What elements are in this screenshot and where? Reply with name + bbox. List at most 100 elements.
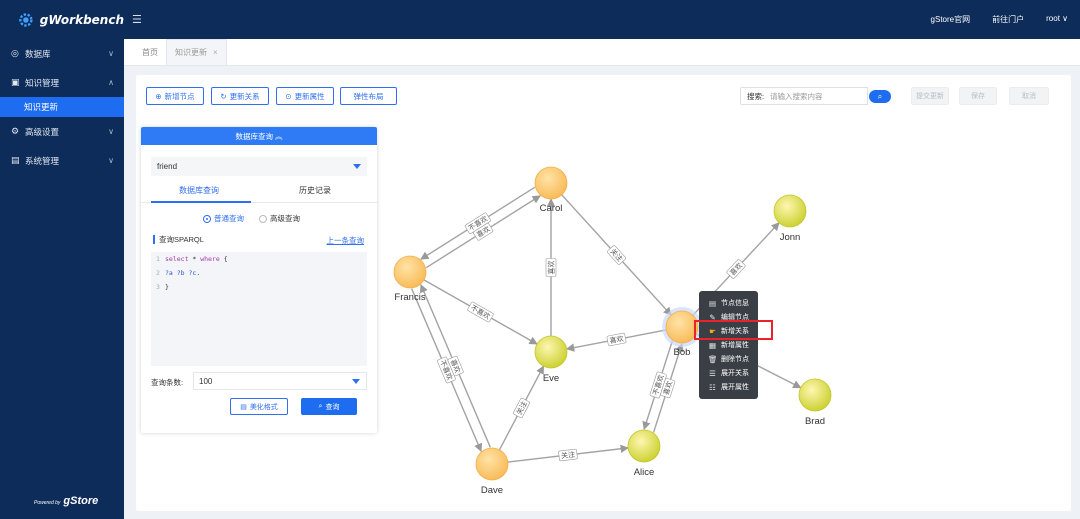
edge-label: 喜欢 <box>606 332 627 347</box>
limit-select[interactable]: 100 <box>193 372 367 390</box>
button-label: 更新属性 <box>294 91 325 101</box>
sidebar-subitem-knowledge-update[interactable]: 知识更新 <box>0 97 124 117</box>
format-button[interactable]: ▤ 美化格式 <box>230 398 288 415</box>
caret-down-icon <box>352 379 360 384</box>
context-menu-item[interactable]: ☰ 展开关系 <box>699 366 758 380</box>
update-property-button[interactable]: ⊙ 更新属性 <box>276 87 334 105</box>
tab-home[interactable]: 首页 <box>134 39 166 65</box>
graph-node-alice[interactable] <box>627 429 661 463</box>
sidebar: gWorkbench ◎ 数据库 ∨ ▣ 知识管理 ∧ 知识更新 ⚙ 高级设置 … <box>0 0 124 519</box>
highlight-box <box>694 320 773 340</box>
code-token: { <box>219 255 228 263</box>
radio-label: 高级查询 <box>270 214 300 223</box>
refresh-icon: ↻ <box>220 91 227 101</box>
graph-node-label: Jonn <box>780 232 801 243</box>
powered-by-logo: Powered by gStore <box>34 495 98 507</box>
context-menu-label: 新增属性 <box>721 342 749 349</box>
radio-label: 普通查询 <box>214 214 244 223</box>
line-number: 3 <box>156 283 160 291</box>
gstore-brand: gStore <box>63 495 99 507</box>
radio-dot <box>203 214 211 223</box>
tab-database-query[interactable]: 数据库查询 <box>179 185 219 196</box>
context-menu-item[interactable]: 🗑 删除节点 <box>699 352 758 366</box>
code-line: 1 select * where { <box>151 252 367 266</box>
expand-property-icon: ☷ <box>709 382 716 392</box>
database-select[interactable]: friend <box>151 157 367 176</box>
sidebar-item-advanced-settings[interactable]: ⚙ 高级设置 ∨ <box>0 117 124 146</box>
graph-node-dave[interactable] <box>475 447 509 481</box>
caret-down-icon <box>353 164 361 169</box>
close-icon[interactable]: × <box>213 48 218 57</box>
sparql-label: 查询SPARQL <box>153 235 204 244</box>
button-label: 查询 <box>325 403 340 411</box>
tab-active-underline <box>151 201 251 203</box>
settings-icon: ⚙ <box>11 126 20 136</box>
graph-node-francis[interactable] <box>393 255 427 289</box>
query-button[interactable]: ⌕ 查询 <box>301 398 357 415</box>
query-panel: 数据库查询 ︽ friend 数据库查询 历史记录 普通查询 高级查询 查询SP… <box>141 127 377 433</box>
format-icon: ▤ <box>240 403 247 411</box>
graph-node-carol[interactable] <box>534 166 568 200</box>
context-menu-label: 删除节点 <box>721 356 749 363</box>
portal-link[interactable]: 前往门户 <box>992 14 1024 25</box>
context-menu-item[interactable]: ☷ 展开属性 <box>699 380 758 394</box>
powered-by-text: Powered by <box>34 500 61 506</box>
limit-value: 100 <box>199 376 213 386</box>
search-button[interactable]: ⌕ <box>869 90 891 103</box>
button-label: 新增节点 <box>164 91 195 101</box>
line-number: 1 <box>156 255 160 263</box>
user-menu[interactable]: root ∨ <box>1046 14 1068 25</box>
sidebar-item-label: 系统管理 <box>25 155 60 166</box>
commit-update-button[interactable]: 提交更新 <box>911 87 949 105</box>
search-icon: ⌕ <box>877 91 883 101</box>
radio-dot <box>259 214 267 223</box>
context-menu-item[interactable]: ▦ 新增属性 <box>699 338 758 352</box>
graph-node-label: Brad <box>805 416 825 427</box>
app-logo[interactable]: gWorkbench <box>0 0 124 39</box>
cancel-button[interactable]: 取消 <box>1009 87 1049 105</box>
edge-label-text: 喜欢 <box>547 261 556 275</box>
line-number: 2 <box>156 269 160 277</box>
code-token: . <box>196 269 201 277</box>
add-node-button[interactable]: ⊕ 新增节点 <box>146 87 204 105</box>
save-button[interactable]: 保存 <box>959 87 997 105</box>
previous-query-link[interactable]: 上一条查询 <box>327 235 365 246</box>
query-panel-header[interactable]: 数据库查询 ︽ <box>141 127 377 145</box>
code-line: 3} <box>151 280 367 294</box>
gear-logo-icon <box>19 12 33 27</box>
context-menu-item[interactable]: ▤ 节点信息 <box>699 296 758 310</box>
search-input[interactable]: 请输入搜索内容 <box>768 87 868 105</box>
graph-node-label: Eve <box>543 373 559 384</box>
selected-database: friend <box>157 162 178 171</box>
tab-history[interactable]: 历史记录 <box>299 185 331 196</box>
update-relation-button[interactable]: ↻ 更新关系 <box>211 87 269 105</box>
top-bar: ☰ gStore官网 前往门户 root ∨ <box>124 0 1080 39</box>
radio-advanced-query[interactable]: 高级查询 <box>259 213 300 224</box>
radio-normal-query[interactable]: 普通查询 <box>203 213 244 224</box>
graph-node-jonn[interactable] <box>773 194 807 228</box>
code-token: where <box>200 255 220 263</box>
main-content: 不喜欢 喜欢 喜欢 关注 不喜欢 喜欢 喜欢 不喜欢 喜欢 关注 关注 不喜欢 喜欢 Carol Fran… <box>136 75 1071 511</box>
button-label: 更新关系 <box>229 91 260 101</box>
sidebar-item-system[interactable]: ▤ 系统管理 ∨ <box>0 146 124 175</box>
graph-node-label: Alice <box>634 467 655 478</box>
search-label: 搜索: <box>740 87 770 105</box>
button-label: 美化格式 <box>249 403 278 411</box>
topbar-links: gStore官网 前往门户 root ∨ <box>931 14 1080 25</box>
graph-node-brad[interactable] <box>798 378 832 412</box>
sparql-editor[interactable]: 1 select * where {2 ?a ?b ?c. 3} <box>151 252 367 366</box>
tab-knowledge-update[interactable]: 知识更新 × <box>166 39 227 65</box>
search-icon: ⌕ <box>318 402 323 410</box>
graph-node-eve[interactable] <box>534 335 568 369</box>
edge-label-text: 不喜欢 <box>469 303 492 321</box>
sidebar-item-database[interactable]: ◎ 数据库 ∨ <box>0 39 124 68</box>
system-icon: ▤ <box>11 155 20 165</box>
app-name: gWorkbench <box>39 12 124 27</box>
gstore-site-link[interactable]: gStore官网 <box>931 14 971 25</box>
hamburger-menu-icon[interactable]: ☰ <box>132 13 142 26</box>
sidebar-item-knowledge[interactable]: ▣ 知识管理 ∧ <box>0 68 124 97</box>
tab-label: 首页 <box>142 47 158 57</box>
context-menu-label: 节点信息 <box>721 300 749 307</box>
info-icon: ▤ <box>708 298 717 308</box>
elastic-layout-button[interactable]: 弹性布局 <box>340 87 397 105</box>
